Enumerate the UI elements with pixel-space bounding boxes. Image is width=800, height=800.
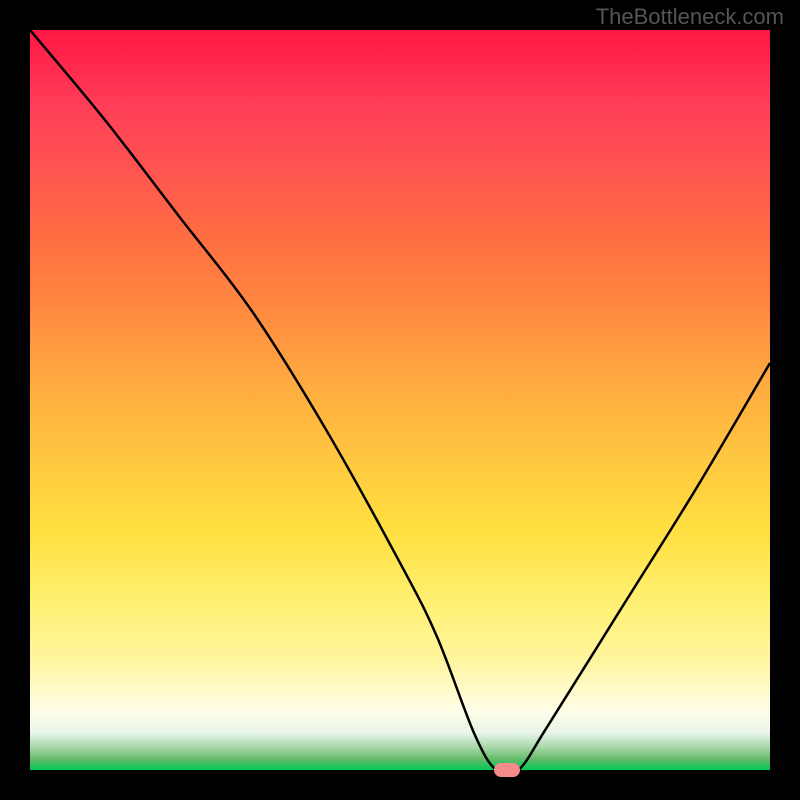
plot-area xyxy=(30,30,770,770)
chart-container: TheBottleneck.com xyxy=(0,0,800,800)
optimal-point-marker xyxy=(494,763,520,777)
bottleneck-curve xyxy=(30,30,770,770)
watermark-text: TheBottleneck.com xyxy=(596,4,784,30)
